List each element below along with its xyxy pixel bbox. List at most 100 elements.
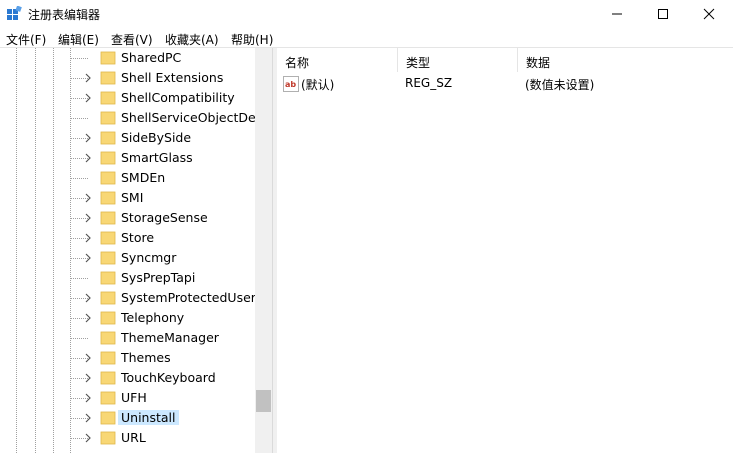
value-name: (默认) <box>301 78 335 92</box>
folder-icon <box>100 371 116 385</box>
tree-item[interactable]: ShellServiceObjectDelay <box>0 108 255 128</box>
folder-icon <box>100 331 116 345</box>
registry-tree[interactable]: SharedPC Shell Extensions ShellCompatibili… <box>0 48 255 453</box>
folder-icon <box>100 391 116 405</box>
tree-item[interactable]: TouchKeyboard <box>0 368 255 388</box>
menu-help[interactable]: 帮助(H) <box>231 31 273 48</box>
close-icon <box>703 8 715 20</box>
tree-item-label: Store <box>121 230 155 245</box>
chevron-right-icon[interactable] <box>83 251 93 265</box>
chevron-right-icon[interactable] <box>83 431 93 445</box>
maximize-button[interactable] <box>640 0 686 28</box>
tree-item[interactable]: Themes <box>0 348 255 368</box>
tree-item-label: StorageSense <box>121 210 208 225</box>
column-header-type[interactable]: 类型 <box>398 48 518 72</box>
tree-item[interactable]: SystemProtectedUserData <box>0 288 255 308</box>
regedit-icon <box>7 6 22 20</box>
tree-item[interactable]: UFH <box>0 388 255 408</box>
tree-item[interactable]: SMDEn <box>0 168 255 188</box>
folder-icon <box>100 51 116 65</box>
tree-item-label: URL <box>121 430 146 445</box>
folder-icon <box>100 291 116 305</box>
tree-connector <box>70 278 88 279</box>
folder-icon <box>100 271 116 285</box>
column-header-data[interactable]: 数据 <box>518 48 678 72</box>
window-title: 注册表编辑器 <box>28 8 101 22</box>
tree-item[interactable]: Store <box>0 228 255 248</box>
tree-item[interactable]: Shell Extensions <box>0 68 255 88</box>
chevron-right-icon[interactable] <box>83 291 93 305</box>
tree-item-label: SMDEn <box>121 170 166 185</box>
tree-connector <box>70 178 88 179</box>
column-header-name[interactable]: 名称 <box>277 48 398 72</box>
chevron-right-icon[interactable] <box>83 311 93 325</box>
tree-item-label: SharedPC <box>121 50 182 65</box>
tree-scrollbar[interactable] <box>255 48 272 453</box>
tree-item[interactable]: SMI <box>0 188 255 208</box>
folder-icon <box>100 71 116 85</box>
tree-item-label: SysPrepTapi <box>121 270 196 285</box>
chevron-right-icon[interactable] <box>83 411 93 425</box>
tree-item-label: Telephony <box>121 310 185 325</box>
chevron-right-icon[interactable] <box>83 151 93 165</box>
chevron-right-icon[interactable] <box>83 351 93 365</box>
folder-icon <box>100 151 116 165</box>
tree-item-label: Shell Extensions <box>121 70 224 85</box>
folder-icon <box>100 311 116 325</box>
tree-item-label: Uninstall <box>118 410 179 425</box>
values-list[interactable]: 名称 类型 数据 ab (默认) REG_SZ (数值未设置) <box>277 48 733 453</box>
tree-item[interactable]: SmartGlass <box>0 148 255 168</box>
chevron-right-icon[interactable] <box>83 71 93 85</box>
chevron-right-icon[interactable] <box>83 191 93 205</box>
menu-file[interactable]: 文件(F) <box>6 31 46 48</box>
folder-icon <box>100 131 116 145</box>
folder-icon <box>100 231 116 245</box>
value-row[interactable]: ab (默认) REG_SZ (数值未设置) <box>277 74 733 94</box>
folder-icon <box>100 111 116 125</box>
tree-item-label: ShellServiceObjectDelay <box>121 110 255 125</box>
menu-favorites[interactable]: 收藏夹(A) <box>165 31 219 48</box>
chevron-right-icon[interactable] <box>83 391 93 405</box>
tree-item[interactable]: ShellCompatibility <box>0 88 255 108</box>
folder-icon <box>100 431 116 445</box>
menu-edit[interactable]: 编辑(E) <box>58 31 99 48</box>
tree-item[interactable]: SharedPC <box>0 48 255 68</box>
folder-icon <box>100 351 116 365</box>
tree-item-label: SideBySide <box>121 130 192 145</box>
close-button[interactable] <box>686 0 732 28</box>
title-bar[interactable]: 注册表编辑器 <box>0 0 733 28</box>
chevron-right-icon[interactable] <box>83 131 93 145</box>
menu-bar: 文件(F) 编辑(E) 查看(V) 收藏夹(A) 帮助(H) <box>0 28 733 48</box>
minimize-icon <box>612 13 622 15</box>
maximize-icon <box>658 9 668 19</box>
tree-item[interactable]: Uninstall <box>0 408 255 428</box>
chevron-right-icon[interactable] <box>83 231 93 245</box>
folder-icon <box>100 91 116 105</box>
folder-icon <box>100 411 116 425</box>
tree-connector <box>70 58 88 59</box>
tree-item[interactable]: StorageSense <box>0 208 255 228</box>
tree-item-label: Syncmgr <box>121 250 177 265</box>
tree-item-label: ThemeManager <box>121 330 219 345</box>
tree-connector <box>70 338 88 339</box>
tree-item[interactable]: URL <box>0 428 255 448</box>
tree-item-label: ShellCompatibility <box>121 90 235 105</box>
tree-item-label: Themes <box>121 350 171 365</box>
string-value-icon: ab <box>283 76 299 92</box>
tree-item[interactable]: Syncmgr <box>0 248 255 268</box>
minimize-button[interactable] <box>594 0 640 28</box>
chevron-right-icon[interactable] <box>83 371 93 385</box>
value-type: REG_SZ <box>405 76 453 90</box>
menu-view[interactable]: 查看(V) <box>111 31 153 48</box>
folder-icon <box>100 191 116 205</box>
tree-item-label: SMI <box>121 190 144 205</box>
tree-item[interactable]: SysPrepTapi <box>0 268 255 288</box>
tree-item[interactable]: SideBySide <box>0 128 255 148</box>
scrollbar-thumb[interactable] <box>256 390 271 412</box>
chevron-right-icon[interactable] <box>83 211 93 225</box>
tree-item[interactable]: Telephony <box>0 308 255 328</box>
tree-item-label: SmartGlass <box>121 150 193 165</box>
chevron-right-icon[interactable] <box>83 91 93 105</box>
tree-item[interactable]: ThemeManager <box>0 328 255 348</box>
folder-icon <box>100 251 116 265</box>
